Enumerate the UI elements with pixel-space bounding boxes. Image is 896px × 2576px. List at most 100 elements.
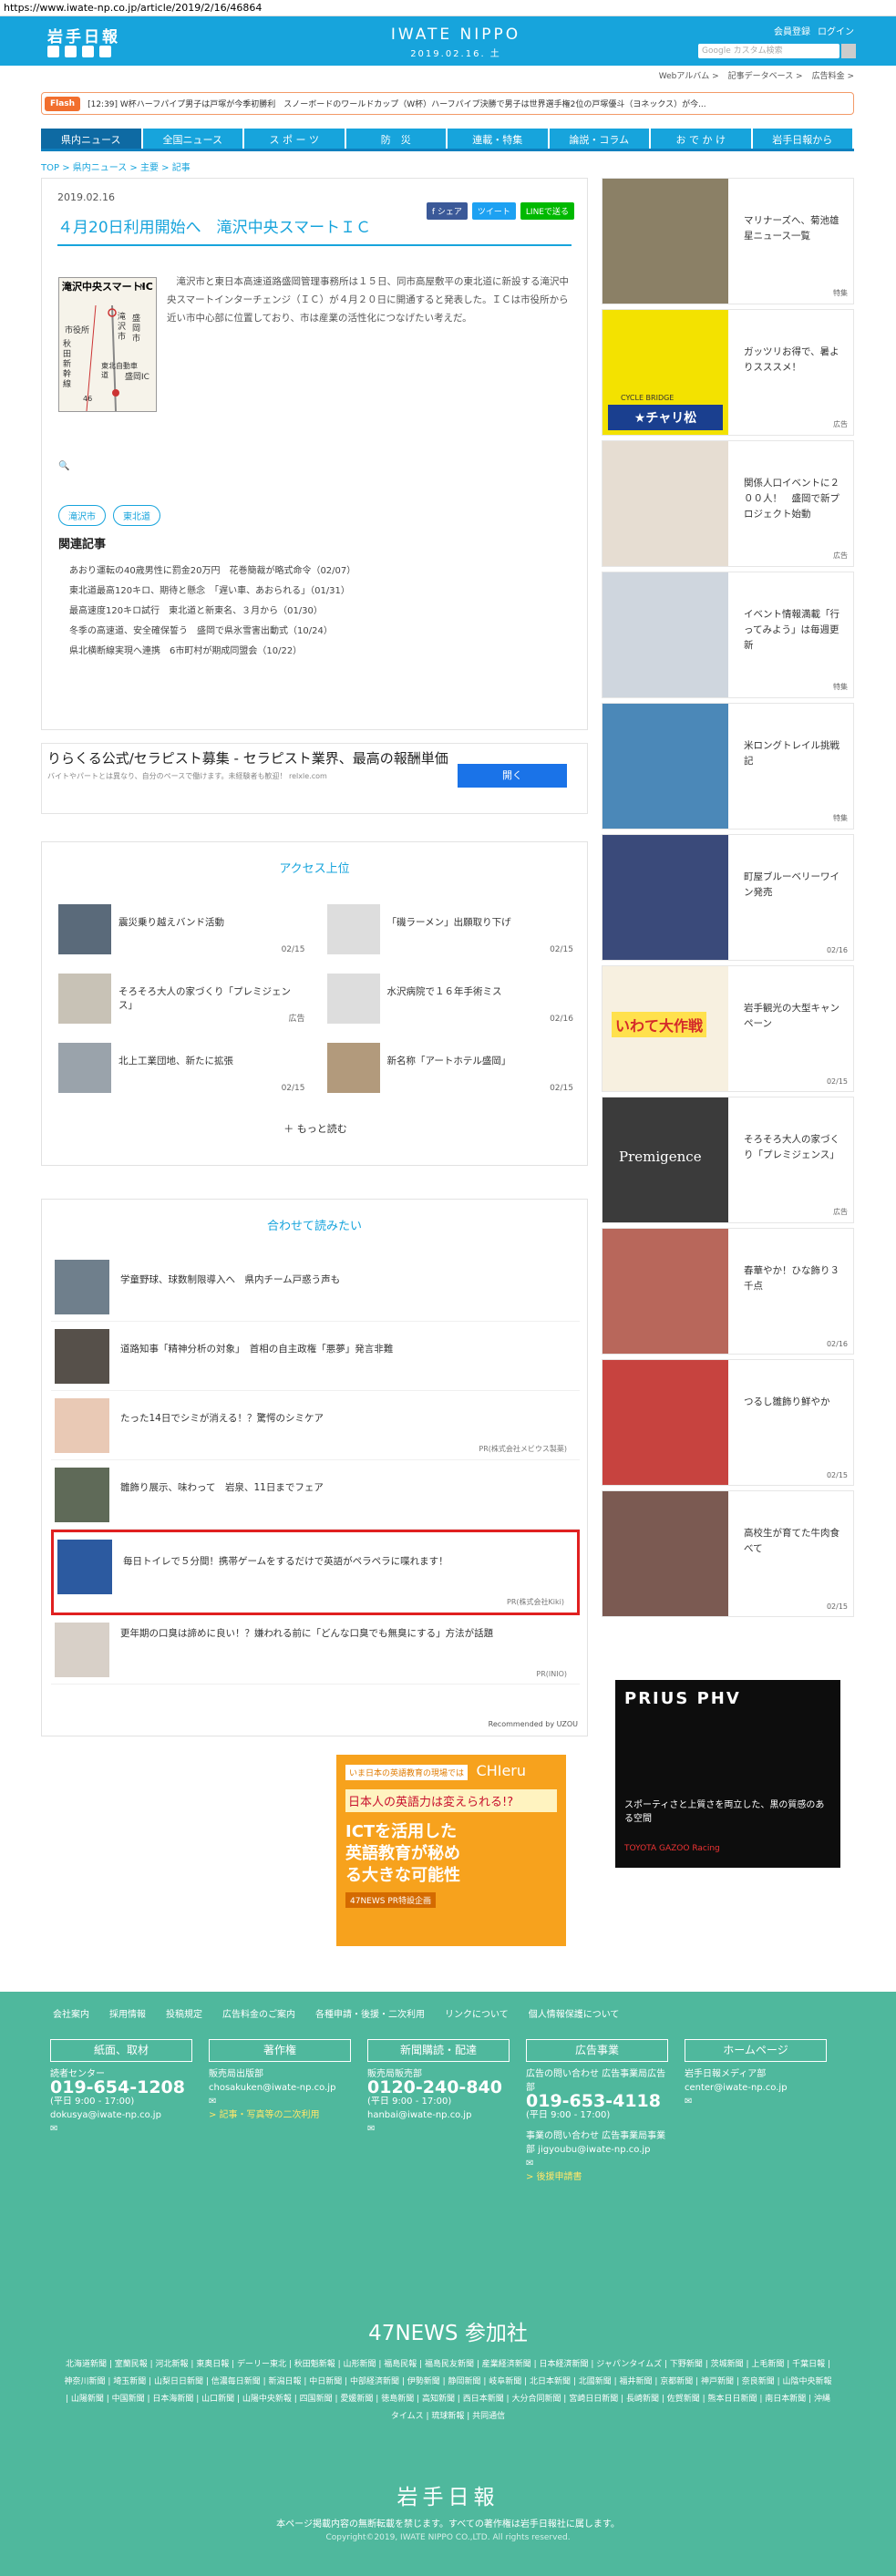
sidebar-item[interactable]: マリナーズへ、菊池雄星ニュース一覧 特集 <box>602 178 854 304</box>
banner-ad-chieru[interactable]: いま日本の英語教育の現場では CHIeru 日本人の英語力は変えられる!? IC… <box>336 1755 566 1946</box>
database-link[interactable]: 記事データベース > <box>728 69 803 81</box>
nav-local-news[interactable]: 県内ニュース <box>41 129 141 149</box>
recommend-thumb <box>55 1260 109 1314</box>
recommend-item[interactable]: 道路知事「精神分析の対象」 首相の自主政権「悪夢」発言非難 <box>51 1322 580 1391</box>
contact-mail[interactable]: 事業の問い合わせ 広告事業局事業部 jigyoubu@iwate-np.co.j… <box>526 2129 668 2157</box>
secondary-use-link[interactable]: > 記事・写真等の二次利用 <box>209 2108 351 2122</box>
sidebar-item[interactable]: いわて大作戦 岩手観光の大型キャンペーン 02/15 <box>602 965 854 1092</box>
sidebar-title: マリナーズへ、菊池雄星ニュース一覧 <box>744 215 839 242</box>
contact-mail[interactable]: dokusya@iwate-np.co.jp <box>50 2108 192 2122</box>
contact-phone[interactable]: 019-654-1208 <box>50 2079 192 2097</box>
partner-papers[interactable]: 北海道新聞 | 室蘭民報 | 河北新報 | 東奥日報 | デーリー東北 | 秋田… <box>64 2356 832 2426</box>
contact-mail[interactable]: hanbai@iwate-np.co.jp <box>367 2108 510 2122</box>
sponsor-link[interactable]: > 後援申請書 <box>526 2170 668 2184</box>
zoom-icon[interactable]: 🔍 <box>58 461 69 471</box>
footer-link[interactable]: 採用情報 <box>109 2006 146 2020</box>
nav-from-nippo[interactable]: 岩手日報から <box>752 129 852 149</box>
related-item[interactable]: あおり運転の40歳男性に罰金20万円 花巻簡裁が略式命令（02/07） <box>69 562 355 582</box>
social-icons <box>47 46 111 57</box>
mail-icon[interactable]: ✉ <box>367 2122 510 2136</box>
related-item[interactable]: 冬季の高速道、安全確保誓う 盛岡で県氷雪害出動式（10/24） <box>69 622 355 642</box>
read-more-button[interactable]: ＋ もっと読む <box>42 1121 589 1136</box>
sidebar-item[interactable]: 関係人口イベントに２００人！ 盛岡で新プロジェクト始動 広告 <box>602 440 854 567</box>
mail-icon[interactable]: ✉ <box>526 2157 668 2170</box>
recommend-item[interactable]: たった14日でシミが消える！？驚愕のシミケア PR(株式会社メビウス製薬) <box>51 1391 580 1460</box>
ranking-item[interactable]: そろそろ大人の家づくり「プレミジェンス」 広告 <box>58 974 305 1025</box>
nav-series[interactable]: 連載・特集 <box>448 129 548 149</box>
twitter-share-button[interactable]: ツイート <box>471 202 516 220</box>
contact-mail[interactable]: chosakuken@iwate-np.co.jp <box>209 2081 351 2095</box>
album-link[interactable]: Webアルバム > <box>659 69 719 81</box>
footer-link[interactable]: リンクについて <box>445 2006 509 2020</box>
recommend-item[interactable]: 学童野球、球数制限導入へ 県内チーム戸惑う声も <box>51 1252 580 1322</box>
facebook-icon[interactable] <box>65 46 77 57</box>
flash-text[interactable]: [12:39] W杯ハーフパイプ男子は戸塚が今季初勝利 スノーボードのワールドカ… <box>88 98 706 109</box>
adrate-link[interactable]: 広告料金 > <box>812 69 854 81</box>
ranking-item[interactable]: 震災乗り越えバンド活動 02/15 <box>58 904 305 956</box>
footer-logo[interactable]: 岩手日報 <box>0 2479 896 2510</box>
flash-news[interactable]: Flash [12:39] W杯ハーフパイプ男子は戸塚が今季初勝利 スノーボード… <box>41 92 854 115</box>
brand[interactable]: IWATE NIPPO 2019.02.16. 土 <box>365 26 547 59</box>
ranking-item[interactable]: 北上工業団地、新たに拡張 02/15 <box>58 1043 305 1095</box>
sidebar-item[interactable]: 春華やか！ひな飾り３千点 02/16 <box>602 1228 854 1355</box>
sidebar-item[interactable]: CYCLE BRIDGE ★チャリ松 ガッツリお得で、暑よりスススメ！ 広告 <box>602 309 854 436</box>
address-bar[interactable]: https://www.iwate-np.co.jp/article/2019/… <box>0 0 896 16</box>
footer-link[interactable]: 投稿規定 <box>166 2006 202 2020</box>
prius-ad[interactable]: PRIUS PHV スポーティさと上質さを両立した、黒の質感のある空間 TOYO… <box>615 1680 840 1868</box>
47news-heading: 47NEWS 参加社 <box>368 2322 528 2345</box>
nav-outing[interactable]: お で か け <box>651 129 751 149</box>
map-label-cityhall: 市役所 <box>65 326 90 335</box>
ad2-mid: 日本人の英語力は変えられる!? <box>345 1789 557 1812</box>
text-ad[interactable]: りらくる公式/セラピスト募集 - セラピスト業界、最高の報酬単価 バイトやパート… <box>41 743 588 814</box>
contact-dept: 岩手日報メディア部 <box>685 2069 767 2079</box>
footer-link[interactable]: 会社案内 <box>53 2006 89 2020</box>
recommend-item[interactable]: 雛飾り展示、味わって 岩泉、11日までフェア <box>51 1460 580 1530</box>
nav-column[interactable]: 論説・コラム <box>549 129 649 149</box>
ranking-item[interactable]: 「磯ラーメン」出願取り下げ 02/15 <box>326 904 573 956</box>
contact-phone[interactable]: 019-653-4118 <box>526 2093 668 2110</box>
mail-icon[interactable]: ✉ <box>209 2095 351 2108</box>
sidebar-item[interactable]: 町屋ブルーベリーワイン発売 02/16 <box>602 834 854 961</box>
sidebar-item[interactable]: Premigence そろそろ大人の家づくり「プレミジェンス」 広告 <box>602 1097 854 1223</box>
related-item[interactable]: 県北横断線実現へ連携 6市町村が期成同盟会（10/22） <box>69 642 355 662</box>
uzou-credit[interactable]: Recommended by UZOU <box>489 1720 578 1728</box>
sidebar-item[interactable]: 米ロングトレイル挑戦記 特集 <box>602 703 854 829</box>
tag-takizawa[interactable]: 滝沢市 <box>58 505 106 526</box>
article-map[interactable]: 滝沢中央スマートIC N 市役所 秋田新幹線 滝沢市 盛岡市 東北自動車道 盛岡… <box>58 277 157 412</box>
related-item[interactable]: 最高速度120キロ試行 東北道と新東名、３月から（01/30） <box>69 602 355 622</box>
line-share-button[interactable]: LINEで送る <box>520 202 574 220</box>
twitter-icon[interactable] <box>47 46 59 57</box>
nav-sports[interactable]: ス ポ ー ツ <box>244 129 345 149</box>
tag-tohokudo[interactable]: 東北道 <box>113 505 160 526</box>
sidebar-item[interactable]: イベント情報満載「行ってみよう」は毎週更新 特集 <box>602 572 854 698</box>
footer-link[interactable]: 個人情報保護について <box>529 2006 620 2020</box>
breadcrumb[interactable]: TOP > 県内ニュース > 主要 > 記事 <box>41 160 191 173</box>
ranking-title: 「磯ラーメン」出願取り下げ <box>386 917 511 928</box>
ranking-item[interactable]: 新名称「アートホテル盛岡」 02/15 <box>326 1043 573 1095</box>
facebook-share-button[interactable]: f シェア <box>426 202 468 220</box>
recommend-title: たった14日でシミが消える！？驚愕のシミケア <box>120 1413 324 1424</box>
recommend-item[interactable]: 更年期の口臭は諦めに良い！？嫌われる前に「どんな口臭でも無臭にする」方法が話題 P… <box>51 1615 580 1685</box>
nav-disaster[interactable]: 防 災 <box>345 129 446 149</box>
footer-link[interactable]: 広告料金のご案内 <box>222 2006 295 2020</box>
search-button[interactable] <box>841 44 856 58</box>
site-logo[interactable]: 岩手日報 <box>47 24 120 46</box>
ranking-item[interactable]: 水沢病院で１６年手術ミス 02/16 <box>326 974 573 1025</box>
instagram-icon[interactable] <box>99 46 111 57</box>
search-input[interactable]: Google カスタム検索 <box>698 44 839 58</box>
sidebar-item[interactable]: 高校生が育てた牛肉食べて 02/15 <box>602 1490 854 1617</box>
recommend-item-highlighted[interactable]: 毎日トイレで５分間！携帯ゲームをするだけで英語がペラペラに喋れます！ PR(株式会… <box>51 1530 580 1615</box>
footer-link[interactable]: 各種申請・後援・二次利用 <box>315 2006 425 2020</box>
nav-national-news[interactable]: 全国ニュース <box>142 129 242 149</box>
ad-open-button[interactable]: 開く <box>458 764 567 788</box>
mail-icon[interactable]: ✉ <box>685 2095 827 2108</box>
login-link[interactable]: ログイン <box>818 24 854 37</box>
mail-icon[interactable]: ✉ <box>50 2122 192 2136</box>
related-item[interactable]: 東北道最高120キロ、期待と懸念 「遅い車、あおられる」（01/31） <box>69 582 355 602</box>
contact-phone[interactable]: 0120-240-840 <box>367 2079 510 2097</box>
account-links: 会員登録 ログイン <box>774 24 854 37</box>
register-link[interactable]: 会員登録 <box>774 24 810 37</box>
contact-mail[interactable]: center@iwate-np.co.jp <box>685 2081 827 2095</box>
sidebar-item[interactable]: つるし雛飾り鮮やか 02/15 <box>602 1359 854 1486</box>
mail-icon[interactable] <box>82 46 94 57</box>
